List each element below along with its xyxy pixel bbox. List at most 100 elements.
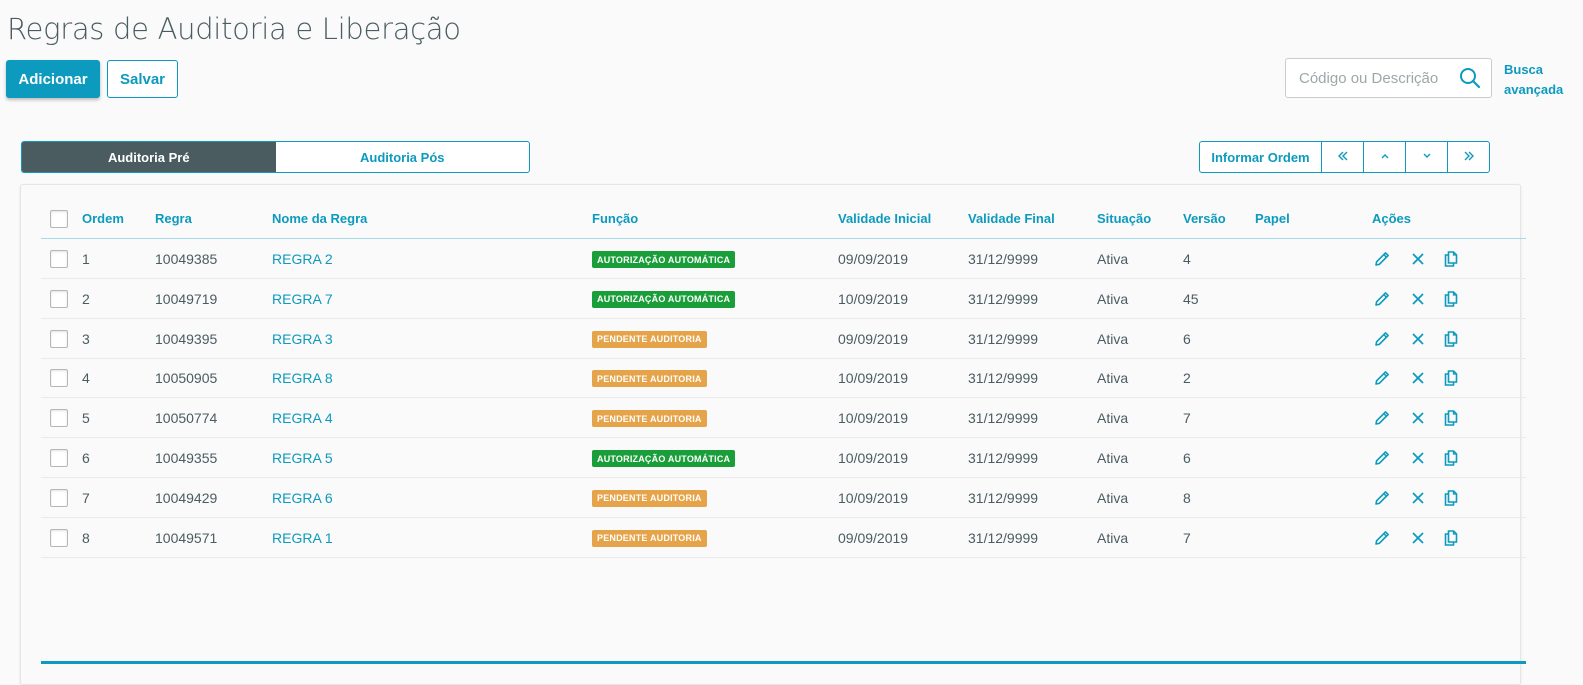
select-all-checkbox[interactable] — [50, 210, 68, 228]
copy-button[interactable] — [1441, 488, 1461, 508]
cell-validade-inicial: 10/09/2019 — [838, 489, 909, 506]
table-row[interactable]: 2 10049719 REGRA 7 AUTORIZAÇÃO AUTOMÁTICA 10… — [41, 279, 1526, 319]
table-row[interactable]: 7 10049429 REGRA 6 PENDENTE AUDITORIA 10/09/… — [41, 478, 1526, 518]
copy-button[interactable] — [1441, 528, 1461, 548]
cell-validade-inicial: 10/09/2019 — [838, 290, 909, 307]
delete-button[interactable] — [1408, 408, 1428, 428]
copy-icon — [1441, 529, 1461, 552]
advanced-search-link[interactable]: Busca avançada — [1504, 60, 1574, 100]
header-ordem[interactable]: Ordem — [82, 211, 124, 226]
cell-nome-regra[interactable]: REGRA 7 — [272, 291, 333, 307]
advanced-search-line2: avançada — [1504, 82, 1564, 97]
copy-icon — [1441, 290, 1461, 313]
edit-button[interactable] — [1372, 249, 1392, 269]
delete-button[interactable] — [1408, 329, 1428, 349]
up-icon — [1379, 150, 1391, 165]
row-checkbox[interactable] — [50, 250, 68, 268]
cell-validade-inicial: 09/09/2019 — [838, 251, 909, 267]
cell-ordem: 3 — [82, 330, 90, 347]
header-validade-inicial[interactable]: Validade Inicial — [838, 211, 931, 226]
cell-ordem: 6 — [82, 450, 90, 466]
edit-button[interactable] — [1372, 528, 1392, 548]
edit-button[interactable] — [1372, 488, 1392, 508]
cell-nome-regra[interactable]: REGRA 4 — [272, 410, 333, 426]
header-versao[interactable]: Versão — [1183, 211, 1226, 226]
delete-button[interactable] — [1408, 368, 1428, 388]
header-papel[interactable]: Papel — [1255, 211, 1290, 226]
copy-icon — [1441, 450, 1461, 472]
funcao-badge: PENDENTE AUDITORIA — [592, 370, 707, 388]
row-checkbox[interactable] — [50, 409, 68, 428]
table-row[interactable]: 4 10050905 REGRA 8 PENDENTE AUDITORIA 10/09/… — [41, 358, 1526, 399]
delete-icon — [1408, 452, 1428, 472]
search-icon[interactable] — [1459, 67, 1481, 89]
edit-button[interactable] — [1372, 329, 1392, 349]
cell-versao: 2 — [1183, 370, 1191, 387]
table-row[interactable]: 1 10049385 REGRA 2 AUTORIZAÇÃO AUTOMÁTICA 09… — [41, 239, 1526, 279]
row-checkbox[interactable] — [50, 449, 68, 467]
row-checkbox[interactable] — [50, 488, 68, 507]
funcao-badge: AUTORIZAÇÃO AUTOMÁTICA — [592, 290, 736, 308]
cell-ordem: 8 — [82, 529, 90, 546]
move-first-button[interactable] — [1321, 142, 1363, 172]
edit-button[interactable] — [1372, 368, 1392, 388]
move-up-button[interactable] — [1363, 142, 1405, 172]
search-input[interactable] — [1286, 69, 1451, 87]
copy-button[interactable] — [1441, 329, 1461, 349]
add-button[interactable]: Adicionar — [6, 60, 100, 98]
delete-button[interactable] — [1408, 448, 1428, 468]
table-row[interactable]: 8 10049571 REGRA 1 PENDENTE AUDITORIA 09/09/… — [41, 518, 1526, 558]
delete-button[interactable] — [1408, 249, 1428, 269]
copy-button[interactable] — [1441, 448, 1461, 468]
edit-button[interactable] — [1372, 289, 1392, 309]
funcao-badge: AUTORIZAÇÃO AUTOMÁTICA — [592, 251, 736, 268]
table-row[interactable]: 6 10049355 REGRA 5 AUTORIZAÇÃO AUTOMÁTICA 10… — [41, 438, 1526, 478]
edit-button[interactable] — [1372, 448, 1392, 468]
move-last-button[interactable] — [1447, 142, 1489, 172]
cell-nome-regra[interactable]: REGRA 6 — [272, 490, 333, 506]
cell-nome-regra[interactable]: REGRA 5 — [272, 450, 333, 466]
copy-icon — [1441, 370, 1461, 392]
cell-nome-regra[interactable]: REGRA 1 — [272, 530, 333, 546]
copy-button[interactable] — [1441, 368, 1461, 388]
edit-button[interactable] — [1372, 408, 1392, 428]
cell-nome-regra[interactable]: REGRA 3 — [272, 331, 333, 347]
rules-table-card: Ordem Regra Nome da Regra Função Validad… — [20, 184, 1526, 685]
cell-versao: 8 — [1183, 489, 1191, 506]
header-situacao[interactable]: Situação — [1097, 211, 1151, 226]
table-row[interactable]: 3 10049395 REGRA 3 PENDENTE AUDITORIA 09/09/… — [41, 319, 1526, 359]
informar-ordem-button[interactable]: Informar Ordem — [1200, 142, 1321, 172]
row-checkbox[interactable] — [50, 369, 68, 388]
copy-button[interactable] — [1441, 249, 1461, 269]
move-down-button[interactable] — [1405, 142, 1447, 172]
copy-button[interactable] — [1441, 289, 1461, 309]
row-checkbox[interactable] — [50, 329, 68, 348]
header-validade-final[interactable]: Validade Final — [968, 211, 1055, 226]
delete-icon — [1408, 332, 1428, 353]
cell-nome-regra[interactable]: REGRA 8 — [272, 370, 333, 386]
tab-auditoria-pre[interactable]: Auditoria Pré — [22, 142, 276, 172]
table-row[interactable]: 5 10050774 REGRA 4 PENDENTE AUDITORIA 10/09/… — [41, 398, 1526, 439]
save-button[interactable]: Salvar — [107, 60, 178, 98]
cell-validade-inicial: 10/09/2019 — [838, 450, 909, 466]
edit-icon — [1372, 252, 1392, 273]
edit-icon — [1372, 530, 1392, 552]
cell-nome-regra[interactable]: REGRA 2 — [272, 251, 333, 267]
row-checkbox[interactable] — [50, 528, 68, 547]
row-checkbox[interactable] — [50, 289, 68, 308]
cell-versao: 6 — [1183, 450, 1191, 466]
tab-auditoria-pos[interactable]: Auditoria Pós — [276, 142, 530, 172]
delete-button[interactable] — [1408, 488, 1428, 508]
edit-icon — [1372, 371, 1392, 392]
table-header: Ordem Regra Nome da Regra Função Validad… — [41, 201, 1526, 239]
delete-button[interactable] — [1408, 528, 1428, 548]
header-funcao[interactable]: Função — [592, 211, 638, 226]
delete-button[interactable] — [1408, 289, 1428, 309]
cell-situacao: Ativa — [1097, 330, 1129, 347]
header-regra[interactable]: Regra — [155, 211, 192, 226]
funcao-badge: AUTORIZAÇÃO AUTOMÁTICA — [592, 450, 736, 467]
funcao-badge: PENDENTE AUDITORIA — [592, 330, 707, 348]
header-nome-regra[interactable]: Nome da Regra — [272, 211, 367, 226]
copy-button[interactable] — [1441, 408, 1461, 428]
copy-icon — [1441, 489, 1461, 512]
